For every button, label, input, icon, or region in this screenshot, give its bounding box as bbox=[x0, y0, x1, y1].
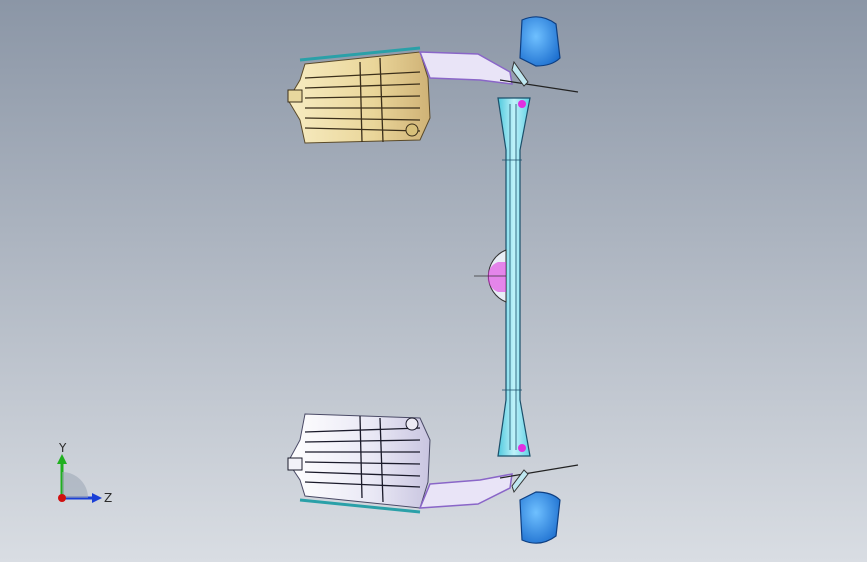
z-axis-label: Z bbox=[104, 491, 112, 505]
triad-plane bbox=[62, 472, 88, 498]
z-axis-arrowhead bbox=[92, 493, 102, 503]
viewport-background bbox=[0, 0, 867, 562]
model-scene bbox=[0, 0, 867, 562]
cad-viewport[interactable]: Y Z bbox=[0, 0, 867, 562]
y-axis-label: Y bbox=[58, 441, 67, 455]
coordinate-triad: Y Z bbox=[57, 441, 112, 505]
y-axis-arrowhead bbox=[57, 454, 67, 464]
x-axis-dot bbox=[58, 494, 66, 502]
